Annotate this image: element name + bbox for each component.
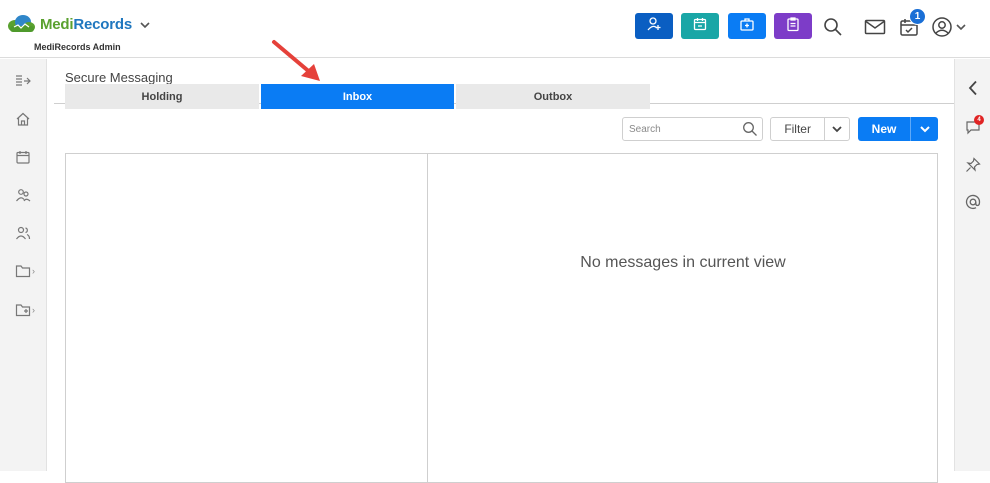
right-sidebar: 4 (954, 59, 990, 471)
mail-icon[interactable] (863, 15, 887, 39)
mention-icon[interactable] (962, 191, 984, 213)
search-icon[interactable] (742, 121, 758, 142)
calendar-icon (692, 16, 708, 37)
appointment-button[interactable] (681, 13, 719, 39)
empty-state-message: No messages in current view (580, 254, 786, 271)
clipboard-button[interactable] (774, 13, 812, 39)
user-menu-chevron-icon[interactable] (954, 15, 968, 39)
new-dropdown-button[interactable] (911, 117, 938, 141)
home-icon[interactable] (12, 108, 34, 130)
app-name: MediRecords (40, 15, 132, 33)
left-sidebar: › › (0, 59, 47, 471)
medical-kit-icon (739, 16, 755, 37)
notification-badge: 1 (909, 8, 926, 25)
pin-icon[interactable] (962, 154, 984, 176)
user-account-icon[interactable] (930, 15, 954, 39)
chevron-down-icon (919, 120, 930, 138)
new-button-group: New (858, 117, 938, 141)
message-count-badge: 4 (974, 115, 984, 125)
panel-divider[interactable] (427, 153, 428, 483)
collapse-panel-chevron-left-icon[interactable] (962, 77, 984, 99)
search-icon[interactable] (821, 15, 845, 39)
message-panel (65, 153, 938, 483)
new-message-button[interactable]: New (858, 117, 911, 141)
users-icon[interactable] (12, 222, 34, 244)
patients-icon[interactable] (12, 184, 34, 206)
search-box[interactable] (622, 117, 763, 141)
tab-outbox[interactable]: Outbox (456, 84, 650, 109)
filter-button-group: Filter (770, 117, 850, 141)
expand-sidebar-icon[interactable] (12, 70, 34, 92)
folder-add-icon[interactable] (12, 299, 34, 321)
page-title: Secure Messaging (65, 70, 173, 85)
calendar-icon[interactable] (12, 146, 34, 168)
filter-dropdown-button[interactable] (825, 118, 849, 140)
folder-icon[interactable] (12, 260, 34, 282)
clipboard-icon (785, 16, 801, 37)
medical-kit-button[interactable] (728, 13, 766, 39)
search-input[interactable] (623, 118, 733, 140)
filter-button[interactable]: Filter (771, 118, 826, 140)
add-patient-button[interactable] (635, 13, 673, 39)
chevron-right-icon: › (32, 266, 35, 276)
chevron-right-icon: › (32, 305, 35, 315)
cloud-logo-icon (6, 14, 36, 34)
tab-holding[interactable]: Holding (65, 84, 259, 109)
chevron-down-icon (832, 120, 842, 138)
top-bar: MediRecords MediRecords Admin 1 (0, 0, 990, 58)
app-logo[interactable]: MediRecords (6, 14, 150, 34)
account-subtitle: MediRecords Admin (34, 42, 121, 52)
add-person-icon (646, 16, 662, 37)
chevron-down-icon[interactable] (140, 16, 150, 34)
annotation-arrow-icon (268, 38, 328, 91)
